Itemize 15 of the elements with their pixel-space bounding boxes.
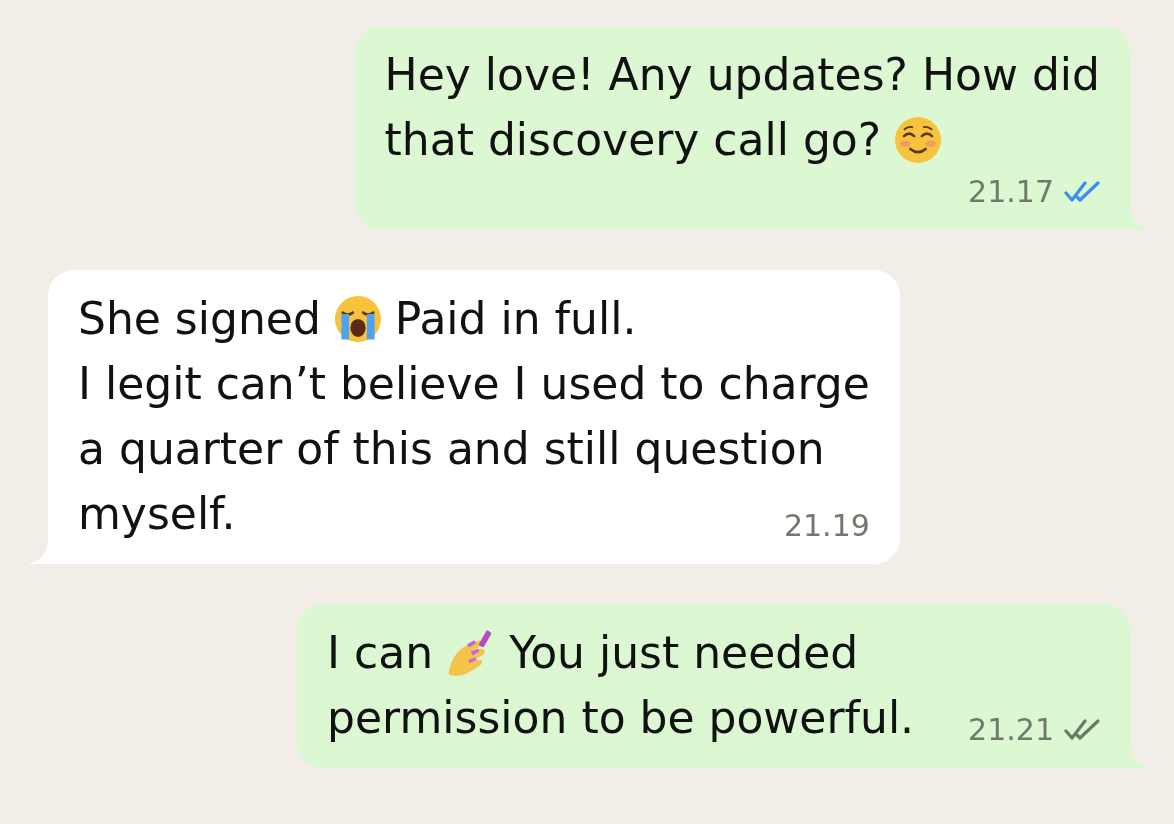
message-text: She signed xyxy=(78,292,321,346)
smiling-face-icon xyxy=(895,116,942,163)
message-text: that discovery call go? xyxy=(384,113,882,167)
message-time: 21.17 xyxy=(968,173,1054,211)
message-text: You just needed xyxy=(509,626,859,680)
message-text: myself. xyxy=(78,487,236,541)
message-text: Hey love! Any updates? How did xyxy=(384,48,1100,102)
message-text: permission to be powerful. xyxy=(327,691,915,745)
message-text: I can xyxy=(327,626,434,680)
message-text: Paid in full. xyxy=(394,292,637,346)
message-time: 21.19 xyxy=(783,507,870,545)
message-time: 21.21 xyxy=(968,711,1054,749)
crying-face-icon xyxy=(334,295,381,342)
message-text: I legit can’t believe I used to charge xyxy=(78,357,870,411)
message-text: a quarter of this and still question xyxy=(78,422,825,476)
